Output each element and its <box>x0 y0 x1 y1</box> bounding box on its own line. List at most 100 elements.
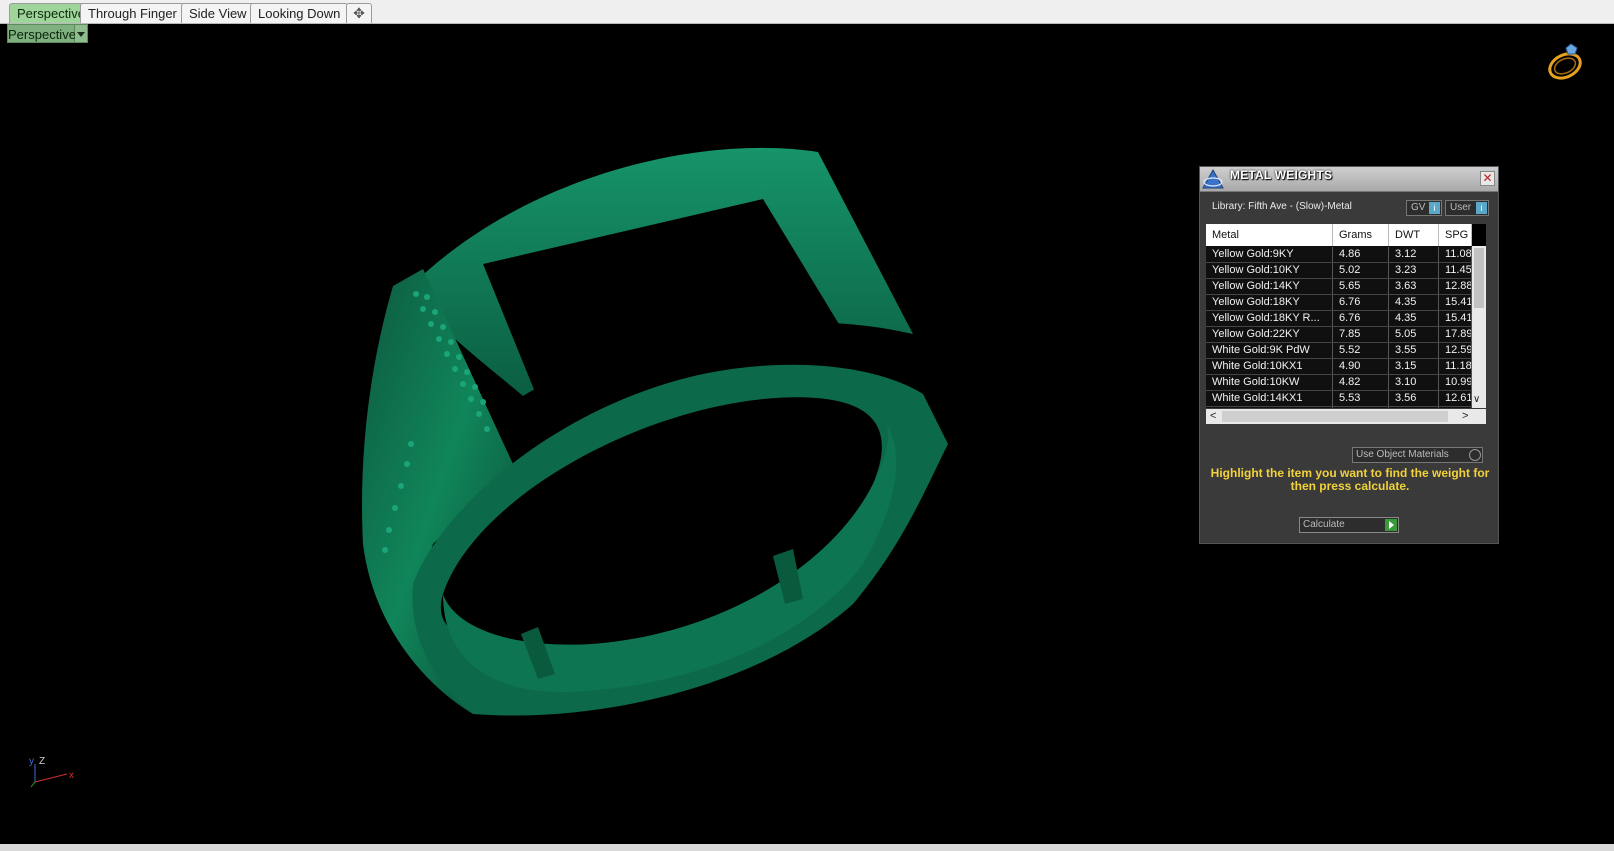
cell-spg: 15.41 <box>1439 311 1472 326</box>
tab-looking-down[interactable]: Looking Down <box>250 3 349 23</box>
info-icon[interactable]: i <box>1476 202 1487 214</box>
use-object-materials-label: Use Object Materials <box>1356 449 1449 460</box>
cell-grams: 5.02 <box>1333 263 1389 278</box>
cell-spg: 12.61 <box>1439 391 1472 406</box>
vertical-scrollbar[interactable]: ∨ <box>1472 224 1486 408</box>
cell-spg: 12.88 <box>1439 279 1472 294</box>
cell-metal: Yellow Gold:10KY <box>1206 263 1333 278</box>
user-toggle[interactable]: User i <box>1445 200 1489 216</box>
table-row[interactable]: Yellow Gold:14KY 5.65 3.63 12.88 <box>1206 279 1472 295</box>
column-header-metal[interactable]: Metal <box>1206 224 1333 246</box>
cell-spg: 11.45 <box>1439 263 1472 278</box>
status-strip <box>0 844 1614 851</box>
cell-spg: 15.41 <box>1439 295 1472 310</box>
table-row[interactable]: Yellow Gold:10KY 5.02 3.23 11.45 <box>1206 263 1472 279</box>
table-row[interactable]: White Gold:9K PdW 5.52 3.55 12.59 <box>1206 343 1472 359</box>
axis-label-x: x <box>69 770 74 781</box>
cell-grams: 5.53 <box>1333 391 1389 406</box>
cell-grams: 5.65 <box>1333 279 1389 294</box>
cell-grams: 6.30 <box>1333 407 1389 408</box>
table-row[interactable]: Yellow Gold:9KY 4.86 3.12 11.08 <box>1206 247 1472 263</box>
cell-dwt: 4.05 <box>1389 407 1439 408</box>
radio-icon[interactable] <box>1469 449 1481 461</box>
cell-spg: 10.99 <box>1439 375 1472 390</box>
library-label: Library: Fifth Ave - (Slow)-Metal <box>1212 201 1352 212</box>
cell-metal: White Gold:9K PdW <box>1206 343 1333 358</box>
play-icon[interactable] <box>1385 519 1397 531</box>
use-object-materials-toggle[interactable]: Use Object Materials <box>1352 447 1483 463</box>
cell-metal: Yellow Gold:9KY <box>1206 247 1333 262</box>
table-row[interactable]: Yellow Gold:22KY 7.85 5.05 17.89 <box>1206 327 1472 343</box>
cell-grams: 4.82 <box>1333 375 1389 390</box>
cell-grams: 7.85 <box>1333 327 1389 342</box>
panel-titlebar[interactable]: METAL WEIGHTS ✕ <box>1200 167 1498 192</box>
cell-dwt: 3.55 <box>1389 343 1439 358</box>
panel-title: METAL WEIGHTS <box>1230 168 1333 182</box>
cell-metal: Yellow Gold:18KY R... <box>1206 311 1333 326</box>
cell-grams: 5.52 <box>1333 343 1389 358</box>
horizontal-scrollbar[interactable]: < > <box>1206 409 1486 424</box>
table-row[interactable]: White Gold:10KW 4.82 3.10 10.99 <box>1206 375 1472 391</box>
axis-gizmo: y Z x <box>29 756 74 788</box>
chevron-right-icon[interactable]: > <box>1462 409 1468 424</box>
calculate-label: Calculate <box>1303 519 1345 530</box>
cell-grams: 4.86 <box>1333 247 1389 262</box>
scrollbar-thumb[interactable] <box>1474 248 1484 308</box>
cell-spg: 11.18 <box>1439 359 1472 374</box>
cell-metal: White Gold:10KW <box>1206 375 1333 390</box>
gv-toggle[interactable]: GV i <box>1406 200 1442 216</box>
cell-metal: Yellow Gold:14KY <box>1206 279 1333 294</box>
cell-spg: 14.37 <box>1439 407 1472 408</box>
cell-dwt: 3.15 <box>1389 359 1439 374</box>
tab-through-finger[interactable]: Through Finger <box>80 3 185 23</box>
instruction-text: Highlight the item you want to find the … <box>1210 466 1490 493</box>
table-row[interactable]: Yellow Gold:18KY R... 6.76 4.35 15.41 <box>1206 311 1472 327</box>
matrix-logo-icon <box>1202 168 1224 189</box>
metal-weights-panel: METAL WEIGHTS ✕ Library: Fifth Ave - (Sl… <box>1199 166 1499 544</box>
view-selector[interactable]: Perspective <box>7 24 88 43</box>
table-row[interactable]: White Gold:14KX1 5.53 3.56 12.61 <box>1206 391 1472 407</box>
cell-spg: 11.08 <box>1439 247 1472 262</box>
cell-grams: 6.76 <box>1333 311 1389 326</box>
scrollbar-corner <box>1472 224 1486 246</box>
table-row[interactable]: White Gold:10KX1 4.90 3.15 11.18 <box>1206 359 1472 375</box>
cell-dwt: 5.05 <box>1389 327 1439 342</box>
user-toggle-label: User <box>1450 202 1472 213</box>
cell-metal: Yellow Gold:18KY <box>1206 295 1333 310</box>
view-tab-strip: Perspective Through Finger Side View Loo… <box>0 0 1614 24</box>
table-row[interactable]: Yellow Gold:18KY 6.76 4.35 15.41 <box>1206 295 1472 311</box>
chevron-down-icon[interactable] <box>75 24 88 43</box>
table-body: Yellow Gold:9KY 4.86 3.12 11.08 Yellow Gold:… <box>1206 247 1472 408</box>
info-icon[interactable]: i <box>1429 202 1440 214</box>
gv-toggle-label: GV <box>1411 202 1426 213</box>
ring-icon[interactable] <box>1543 38 1589 84</box>
chevron-left-icon[interactable]: < <box>1210 409 1216 424</box>
cell-dwt: 3.10 <box>1389 375 1439 390</box>
cell-spg: 12.59 <box>1439 343 1472 358</box>
cell-grams: 6.76 <box>1333 295 1389 310</box>
scrollbar-thumb[interactable] <box>1222 411 1448 422</box>
cell-metal: White Gold:14K PdW <box>1206 407 1333 408</box>
cell-dwt: 3.56 <box>1389 391 1439 406</box>
close-icon[interactable]: ✕ <box>1480 171 1495 186</box>
cell-dwt: 3.12 <box>1389 247 1439 262</box>
axis-label-z: Z <box>39 756 45 767</box>
plus-icon: ✥ <box>353 5 365 21</box>
column-header-dwt[interactable]: DWT <box>1389 224 1439 246</box>
cell-dwt: 3.63 <box>1389 279 1439 294</box>
view-selector-label[interactable]: Perspective <box>7 24 76 43</box>
cell-metal: White Gold:14KX1 <box>1206 391 1333 406</box>
cell-metal: Yellow Gold:22KY <box>1206 327 1333 342</box>
chevron-down-icon[interactable]: ∨ <box>1473 394 1480 405</box>
cell-spg: 17.89 <box>1439 327 1472 342</box>
add-tab-button[interactable]: ✥ <box>346 3 372 23</box>
cell-dwt: 4.35 <box>1389 295 1439 310</box>
calculate-button[interactable]: Calculate <box>1299 517 1399 533</box>
column-header-grams[interactable]: Grams <box>1333 224 1389 246</box>
tab-side-view[interactable]: Side View <box>181 3 255 23</box>
axis-label-y: y <box>29 756 34 767</box>
column-header-spg[interactable]: SPG <box>1439 224 1472 246</box>
cell-dwt: 4.35 <box>1389 311 1439 326</box>
metal-table[interactable]: Metal Grams DWT SPG Yellow Gold:9KY 4.86 3… <box>1206 224 1486 408</box>
table-row[interactable]: White Gold:14K PdW6.304.0514.37 <box>1206 407 1472 408</box>
